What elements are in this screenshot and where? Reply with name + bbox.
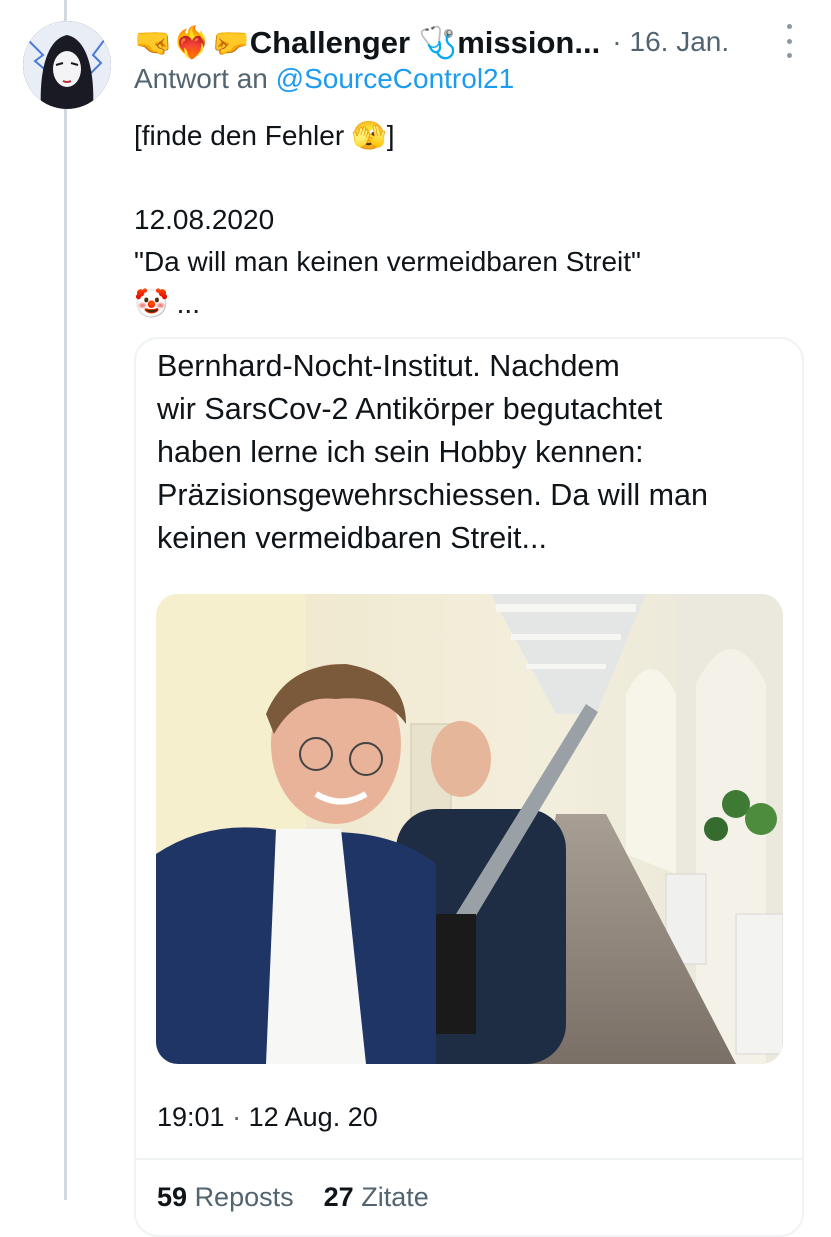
quoted-tweet-photo[interactable] (156, 594, 783, 1064)
tweet-text-line: 🤡 ... (134, 288, 200, 319)
tweet-header: 🤜❤️‍🔥🤛Challenger 🩺mission... · 16. Jan. (134, 20, 814, 64)
quoted-text-line: wir SarsCov-2 Antikörper begutachtet (157, 392, 663, 426)
tweet-text-line: "Da will man keinen vermeidbaren Streit" (134, 246, 641, 277)
tweet-date[interactable]: 16. Jan. (630, 26, 730, 58)
quotes-count[interactable]: 27 (324, 1182, 354, 1212)
timestamp-separator: · (232, 1102, 242, 1132)
quoted-tweet-text: Bernhard-Nocht-Institut. Nachdem wir Sar… (157, 345, 787, 560)
reply-prefix: Antwort an (134, 63, 268, 94)
reposts-label[interactable]: Reposts (195, 1182, 294, 1212)
tweet-text-line (134, 157, 774, 199)
display-name[interactable]: 🤜❤️‍🔥🤛Challenger 🩺mission... (134, 24, 600, 61)
header-separator: · (612, 26, 622, 57)
tweet-text-line: 12.08.2020 (134, 204, 275, 235)
quoted-date: 12 Aug. 20 (248, 1102, 378, 1132)
photo-image (156, 594, 783, 1064)
quoted-text-line: keinen vermeidbaren Streit... (157, 521, 547, 555)
reply-context: Antwort an @SourceControl21 (134, 63, 514, 95)
quoted-timestamp[interactable]: 19:01 · 12 Aug. 20 (157, 1102, 378, 1133)
quoted-text-line: haben lerne ich sein Hobby kennen: (157, 435, 644, 469)
more-dots-icon[interactable] (776, 24, 802, 58)
reply-handle-link[interactable]: @SourceControl21 (276, 63, 515, 94)
tweet-text: [finde den Fehler 🫣] 12.08.2020 "Da will… (134, 115, 774, 325)
quoted-text-line: Bernhard-Nocht-Institut. Nachdem (157, 349, 620, 383)
quoted-time: 19:01 (157, 1102, 225, 1132)
avatar-image (23, 21, 111, 109)
thread-connector-line (64, 0, 67, 1200)
reposts-count[interactable]: 59 (157, 1182, 187, 1212)
avatar[interactable] (23, 21, 111, 109)
quotes-label[interactable]: Zitate (361, 1182, 429, 1212)
engagement-stats: 59 Reposts 27 Zitate (157, 1182, 429, 1213)
tweet-text-line: [finde den Fehler 🫣] (134, 120, 395, 151)
stats-divider (134, 1158, 804, 1160)
quoted-text-line: Präzisionsgewehrschiessen. Da will man (157, 478, 708, 512)
